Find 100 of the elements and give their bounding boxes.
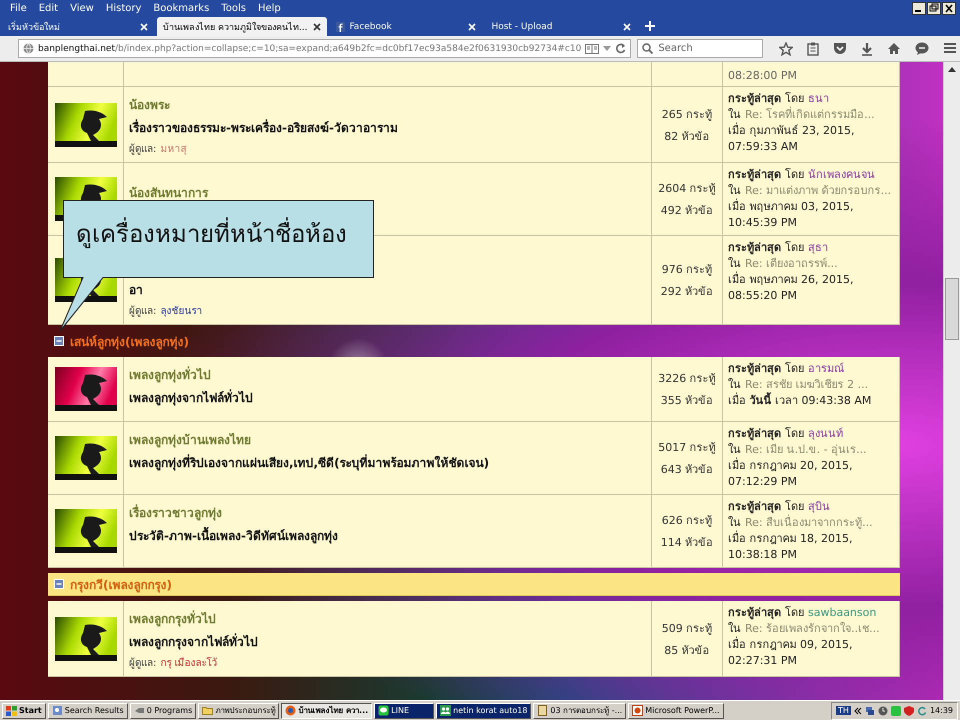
in-label: ใน (728, 515, 741, 530)
reload-icon[interactable] (615, 43, 626, 54)
poster-link[interactable]: ลุงนนท์ (808, 426, 843, 442)
board-description: เรื่องราวของธรรมะ-พระเครื่อง-อริยสงฆ์-วัดวาอาราม (129, 118, 399, 137)
browser-tab[interactable]: เริ่มหัวข้อใหม่ (2, 17, 154, 36)
taskbar-button[interactable]: Microsoft PowerP... (628, 702, 724, 718)
category-title[interactable]: เสน่ห์ลูกทุ่ง(เพลงลูกทุ่ง) (70, 332, 189, 350)
moderator-link[interactable]: กรุ เมืองละโว้ (160, 655, 218, 670)
post-count: 509 กระทู้ (662, 620, 712, 636)
category-title[interactable]: เสน่ห์ลูกทุ่ง(เพลงลูกทุ่ง) (48, 330, 254, 352)
reader-view-icon[interactable] (585, 44, 600, 54)
taskbar-button[interactable]: ภาพประกอบกระทู้ (198, 702, 280, 718)
last-post-label: กระทู้ล่าสุด (728, 605, 781, 621)
network-icon[interactable] (864, 706, 875, 716)
menu-item[interactable]: Tools (215, 2, 252, 14)
topic-count: 355 หัวข้อ (660, 393, 714, 409)
language-indicator[interactable]: TH (836, 706, 851, 715)
close-icon[interactable] (313, 22, 322, 30)
taskbar-button[interactable]: 03 การตอบกระทู้ -... (533, 702, 626, 718)
topic-count: 492 หัวข้อ (660, 203, 714, 219)
scrollbar[interactable] (943, 62, 960, 700)
by-label: โดย (785, 605, 804, 621)
scrollbar-thumb[interactable] (945, 278, 959, 340)
board-name-link[interactable]: เพลงลูกทุ่งทั่วไป (129, 365, 646, 384)
address-bar[interactable]: banplengthai.net/b/index.php?action=collapse;c=10;sa=expand;a649b2fc=dc0bf17ec93a584e2f0631930cb92734#c10 (18, 39, 632, 58)
board-description: อา (129, 282, 144, 299)
browser-tab[interactable]: Facebook (330, 17, 482, 36)
search-field[interactable]: Search (637, 39, 764, 58)
board-description: ประวัติ-ภาพ-เนื้อเพลง-วิดีทัศน์เพลงลูกทุ่ง (129, 526, 646, 545)
last-post-time: 02:27:31 PM (728, 653, 798, 669)
post-count: 5017 กระทู้ (658, 440, 716, 456)
taskbar-button[interactable]: 0 Programs (130, 702, 196, 718)
presentation-icon (632, 705, 644, 716)
topic-link[interactable]: Re: สรชัย เมฆวิเชียร 2 ... (745, 377, 868, 393)
star-icon[interactable] (779, 42, 794, 56)
last-post-time: 07:12:29 PM (728, 474, 798, 490)
menu-icon[interactable] (943, 42, 958, 54)
board-name-link[interactable]: เรื่องราวชาวลูกทุ่ง (129, 503, 646, 522)
last-post-date: เมื่อ พฤษภาคม 26, 2015, (728, 272, 854, 288)
topic-count: 643 หัวข้อ (660, 462, 714, 478)
clock-icon[interactable] (878, 706, 888, 716)
browser-tab[interactable]: Host - Upload (485, 17, 638, 36)
moderator-link[interactable]: ลุงชัยนรา (160, 303, 202, 318)
by-label: โดย (785, 91, 804, 106)
moderator-label: ผู้ดูแล: (129, 656, 156, 670)
topic-link[interactable]: Re: สืบเนื่องมาจากกระทู้... (745, 515, 873, 531)
taskbar-button[interactable]: Search Results (48, 702, 128, 718)
last-post-label: กระทู้ล่าสุด (728, 91, 781, 106)
menu-item[interactable]: Bookmarks (147, 2, 216, 14)
menu-item[interactable]: Edit (32, 2, 64, 14)
taskbar-button[interactable]: บ้านเพลงไทย ควา... (281, 702, 372, 718)
browser-tab[interactable]: บ้านเพลงไทย ความภูมิใจของคนไท... (157, 17, 328, 36)
moderator-label: ผู้ดูแล: (129, 142, 156, 156)
last-post-date: เมื่อ กรกฎาคม 18, 2015, (728, 531, 854, 547)
topic-link[interactable]: Re: เตียงอาถรรพ์... (745, 256, 838, 272)
poster-link[interactable]: sawbaanson (808, 605, 876, 621)
board-name-link[interactable]: น้องพระ (129, 95, 646, 114)
start-button[interactable]: Start (2, 702, 46, 718)
close-icon[interactable] (942, 2, 956, 14)
topic-count: 85 หัวข้อ (664, 642, 710, 658)
poster-link[interactable]: สุบิน (808, 499, 830, 515)
topic-link[interactable]: Re: ร้อยเพลงรักจากใจ..เช... (745, 621, 880, 637)
category-title[interactable]: กรุงกวี(เพลงลูกกรุง) (70, 574, 172, 594)
restore-icon[interactable] (927, 2, 941, 14)
menu-item[interactable]: History (100, 2, 148, 14)
post-count: 2604 กระทู้ (658, 181, 716, 197)
poster-link[interactable]: สุธา (808, 240, 828, 256)
in-label: ใน (728, 256, 741, 272)
last-post-label: กระทู้ล่าสุด (728, 240, 781, 256)
chevron-icon[interactable] (854, 706, 862, 714)
dropdown-caret-icon[interactable] (603, 46, 612, 52)
new-tab-icon[interactable] (644, 20, 656, 32)
board-name-link[interactable]: เพลงลูกกรุงทั่วไป (129, 609, 646, 628)
home-icon[interactable] (887, 42, 902, 54)
topic-link[interactable]: Re: มาแต่งภาพ ด้วยกรอบกร... (745, 183, 892, 199)
download-icon[interactable] (861, 42, 874, 56)
topic-link[interactable]: Re: เมีย น.ป.ข. - อุ่นเร... (745, 442, 867, 458)
board-name-link[interactable]: เพลงลูกทุ่งบ้านเพลงไทย (129, 430, 646, 449)
poster-link[interactable]: ธนา (808, 91, 829, 107)
menu-item[interactable]: Help (252, 2, 287, 14)
taskbar-button[interactable]: LINE (374, 702, 434, 718)
menu-item[interactable]: View (64, 2, 100, 14)
poster-link[interactable]: อารมณ์ (808, 361, 844, 377)
taskbar-button[interactable]: netin korat auto18 (436, 702, 532, 718)
pocket-icon[interactable] (833, 42, 848, 54)
topic-link[interactable]: Re: โรคที่เกิดแต่กรรมมือ... (745, 107, 875, 123)
refresh-icon[interactable] (916, 706, 927, 716)
collapse-icon[interactable] (54, 336, 64, 346)
clipboard-icon[interactable] (807, 42, 820, 56)
collapse-icon[interactable] (54, 579, 64, 589)
minimize-icon[interactable] (912, 2, 926, 14)
shield-icon[interactable] (904, 706, 914, 716)
board-description: เพลงลูกทุ่งจากไฟล์ทั่วไป (129, 388, 254, 407)
board-description: เพลงลูกทุ่งที่ริปเองจากแผ่นเสียง,เทป,ซีดี(ระบุที่มาพร้อมภาพให้ชัดเจน) (129, 453, 490, 472)
poster-link[interactable]: นักเพลงคนจน (808, 167, 875, 183)
clock: 14:39 (930, 706, 953, 715)
menu-item[interactable]: File (4, 2, 33, 14)
globe-icon (23, 43, 34, 54)
last-post-label: กระทู้ล่าสุด (728, 167, 781, 183)
board-name-link[interactable]: น้องสันทนาการ (129, 183, 646, 202)
